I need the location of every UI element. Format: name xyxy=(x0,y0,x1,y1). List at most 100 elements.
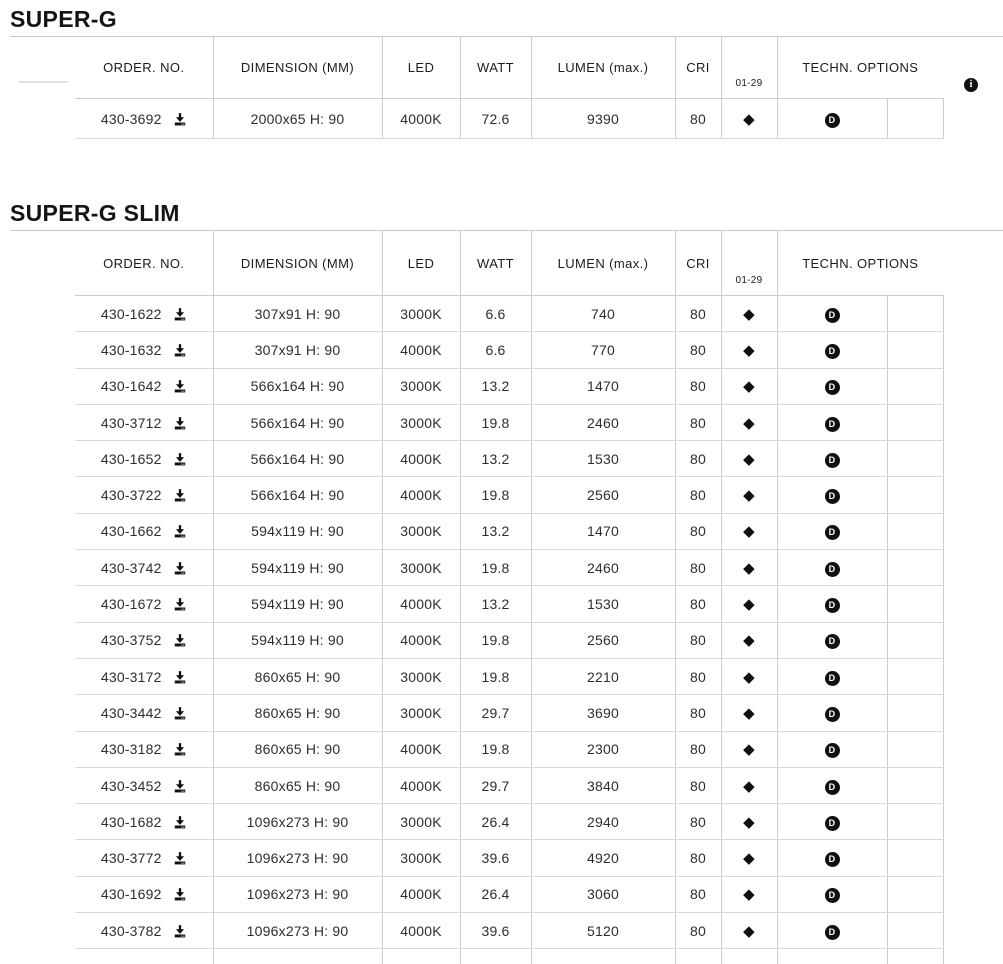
cri-cell: 80 xyxy=(675,441,721,477)
empty-cell xyxy=(887,695,943,731)
dimension-cell: 1096x273 H: 90 xyxy=(213,840,382,876)
dimmable-icon: D xyxy=(825,562,840,577)
cri-cell: 80 xyxy=(675,586,721,622)
watt-cell: 19.8 xyxy=(460,477,531,513)
table-row: 430-1642 566x164 H: 90 3000K 13.2 1470 8… xyxy=(75,368,943,404)
product-table: ORDER. NO. DIMENSION (MM) LED WATT LUMEN… xyxy=(75,231,944,964)
order-no-cell: 430-3772 xyxy=(75,840,213,876)
info-icon[interactable]: i xyxy=(964,78,978,92)
diamond-icon: ◆ xyxy=(743,850,755,867)
download-icon[interactable] xyxy=(173,706,187,720)
download-icon[interactable] xyxy=(173,742,187,756)
led-cell: 4000K xyxy=(382,477,460,513)
watt-cell: 72.6 xyxy=(460,99,531,139)
order-number: 430-1672 xyxy=(101,596,162,612)
diamond-icon: ◆ xyxy=(743,923,755,940)
download-icon[interactable] xyxy=(173,924,187,938)
download-icon[interactable] xyxy=(173,851,187,865)
order-number: 430-1642 xyxy=(101,378,162,394)
cri-cell: 80 xyxy=(675,404,721,440)
cri-cell: 80 xyxy=(675,731,721,767)
download-icon[interactable] xyxy=(173,524,187,538)
download-icon[interactable] xyxy=(173,452,187,466)
watt-cell: 19.8 xyxy=(460,658,531,694)
download-icon[interactable] xyxy=(173,670,187,684)
download-icon[interactable] xyxy=(173,488,187,502)
section-super-g-slim: SUPER-G SLIM ORDER. NO. DIMENSION (MM) L… xyxy=(10,200,1003,964)
watt-cell: 6.6 xyxy=(460,296,531,332)
lumen-cell: 1530 xyxy=(531,586,675,622)
download-icon[interactable] xyxy=(173,379,187,393)
order-no-cell: 430-3182 xyxy=(75,731,213,767)
col-header-led: LED xyxy=(382,231,460,296)
techn-options-cell: D xyxy=(777,513,887,549)
watt-cell: 19.8 xyxy=(460,731,531,767)
led-cell: 4000K xyxy=(382,767,460,803)
led-cell: 3000K xyxy=(382,513,460,549)
watt-cell: 13.2 xyxy=(460,586,531,622)
lumen-cell: 1470 xyxy=(531,368,675,404)
empty-cell xyxy=(887,622,943,658)
cri-cell: 80 xyxy=(675,876,721,912)
lumen-cell: 2560 xyxy=(531,477,675,513)
watt-cell: 29.7 xyxy=(460,695,531,731)
dimmable-icon: D xyxy=(825,525,840,540)
download-icon[interactable] xyxy=(173,416,187,430)
download-icon[interactable] xyxy=(173,779,187,793)
col-header-techn-options: TECHN. OPTIONS xyxy=(777,231,943,296)
download-icon[interactable] xyxy=(173,112,187,126)
empty-cell xyxy=(887,332,943,368)
table-container: ORDER. NO. DIMENSION (MM) LED WATT LUMEN… xyxy=(10,230,1003,964)
techn-options-cell: D xyxy=(777,658,887,694)
cri-cell: 80 xyxy=(675,368,721,404)
techn-options-cell: D xyxy=(777,804,887,840)
dimension-cell: 594x119 H: 90 xyxy=(213,622,382,658)
download-icon[interactable] xyxy=(173,561,187,575)
order-no-cell: 430-1662 xyxy=(75,513,213,549)
download-icon[interactable] xyxy=(173,815,187,829)
download-icon[interactable] xyxy=(173,633,187,647)
dimension-cell: 566x164 H: 90 xyxy=(213,441,382,477)
download-icon[interactable] xyxy=(173,343,187,357)
cri-cell: 80 xyxy=(675,477,721,513)
table-row: 430-3452 860x65 H: 90 4000K 29.7 3840 80… xyxy=(75,767,943,803)
order-no-cell: 430-3692 xyxy=(75,99,213,139)
col-header-cri: CRI xyxy=(675,37,721,99)
order-number: 430-1622 xyxy=(101,306,162,322)
dimension-cell: 1096x273 H: 90 xyxy=(213,876,382,912)
dimmable-icon: D xyxy=(825,417,840,432)
header-row: ORDER. NO. DIMENSION (MM) LED WATT LUMEN… xyxy=(75,231,943,296)
col-header-watt: WATT xyxy=(460,231,531,296)
download-icon[interactable] xyxy=(173,597,187,611)
order-number: 430-1682 xyxy=(101,814,162,830)
led-cell: 4000K xyxy=(382,622,460,658)
diamond-icon: ◆ xyxy=(743,596,755,613)
cri-cell: 80 xyxy=(675,296,721,332)
lumen-cell: 1530 xyxy=(531,441,675,477)
lumen-cell: 9390 xyxy=(531,99,675,139)
lumen-cell: 2460 xyxy=(531,550,675,586)
color-availability-cell: ◆ xyxy=(721,586,777,622)
cri-cell: 80 xyxy=(675,840,721,876)
dimmable-icon: D xyxy=(825,925,840,940)
download-icon[interactable] xyxy=(173,887,187,901)
color-availability-cell: ◆ xyxy=(721,658,777,694)
table-row: 430-1622 307x91 H: 90 3000K 6.6 740 80 ◆… xyxy=(75,296,943,332)
dimmable-icon: D xyxy=(825,707,840,722)
table-row: 430-3442 860x65 H: 90 3000K 29.7 3690 80… xyxy=(75,695,943,731)
techn-options-cell: D xyxy=(777,586,887,622)
led-cell: 4000K xyxy=(382,99,460,139)
table-row: 430-3752 594x119 H: 90 4000K 19.8 2560 8… xyxy=(75,622,943,658)
download-icon[interactable] xyxy=(173,307,187,321)
techn-options-cell: D xyxy=(777,876,887,912)
led-cell: 3000K xyxy=(382,404,460,440)
order-number: 430-3722 xyxy=(101,487,162,503)
dimension-cell: 860x65 H: 90 xyxy=(213,658,382,694)
dimension-cell: 860x65 H: 90 xyxy=(213,731,382,767)
dimmable-icon: D xyxy=(825,380,840,395)
diamond-icon: ◆ xyxy=(743,669,755,686)
order-number: 430-3182 xyxy=(101,741,162,757)
color-availability-cell: ◆ xyxy=(721,550,777,586)
empty-cell xyxy=(887,586,943,622)
order-number: 430-1662 xyxy=(101,523,162,539)
